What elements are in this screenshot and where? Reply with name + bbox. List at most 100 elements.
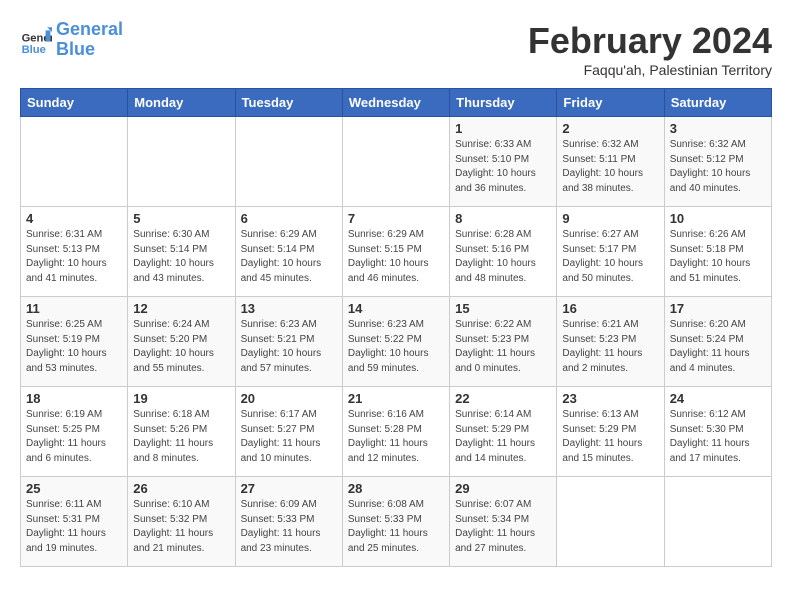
day-number: 7 [348,211,444,226]
day-number: 16 [562,301,658,316]
calendar-cell: 28 Sunrise: 6:08 AM Sunset: 5:33 PM Dayli… [342,477,449,567]
calendar-cell [21,117,128,207]
calendar-cell: 16 Sunrise: 6:21 AM Sunset: 5:23 PM Dayli… [557,297,664,387]
day-info: Sunrise: 6:17 AM Sunset: 5:27 PM Dayligh… [241,408,337,466]
weekday-header-row: SundayMondayTuesdayWednesdayThursdayFrid… [21,89,772,117]
day-info: Sunrise: 6:21 AM Sunset: 5:23 PM Dayligh… [562,318,658,376]
week-row-3: 11 Sunrise: 6:25 AM Sunset: 5:19 PM Dayli… [21,297,772,387]
day-number: 3 [670,121,766,136]
day-number: 1 [455,121,551,136]
calendar-cell: 22Sunrise: 6:14 AM Sunset: 5:29 PM Dayli… [450,387,557,477]
week-row-1: 1 Sunrise: 6:33 AM Sunset: 5:10 PM Daylig… [21,117,772,207]
calendar-cell [342,117,449,207]
calendar-table: SundayMondayTuesdayWednesdayThursdayFrid… [20,88,772,567]
calendar-cell [128,117,235,207]
month-title: February 2024 [528,20,772,62]
calendar-cell: 1 Sunrise: 6:33 AM Sunset: 5:10 PM Daylig… [450,117,557,207]
day-number: 14 [348,301,444,316]
week-row-2: 4 Sunrise: 6:31 AM Sunset: 5:13 PM Daylig… [21,207,772,297]
weekday-header-sunday: Sunday [21,89,128,117]
calendar-cell [235,117,342,207]
calendar-cell: 21 Sunrise: 6:16 AM Sunset: 5:28 PM Dayli… [342,387,449,477]
day-info: Sunrise: 6:29 AM Sunset: 5:15 PM Dayligh… [348,228,444,286]
day-info: Sunrise: 6:23 AM Sunset: 5:21 PM Dayligh… [241,318,337,376]
calendar-cell: 13Sunrise: 6:23 AM Sunset: 5:21 PM Dayli… [235,297,342,387]
calendar-cell: 11 Sunrise: 6:25 AM Sunset: 5:19 PM Dayli… [21,297,128,387]
day-info: Sunrise: 6:31 AM Sunset: 5:13 PM Dayligh… [26,228,122,286]
day-number: 6 [241,211,337,226]
day-info: Sunrise: 6:12 AM Sunset: 5:30 PM Dayligh… [670,408,766,466]
day-number: 19 [133,391,229,406]
day-info: Sunrise: 6:18 AM Sunset: 5:26 PM Dayligh… [133,408,229,466]
day-info: Sunrise: 6:20 AM Sunset: 5:24 PM Dayligh… [670,318,766,376]
logo: General Blue General Blue [20,20,123,60]
day-info: Sunrise: 6:13 AM Sunset: 5:29 PM Dayligh… [562,408,658,466]
calendar-cell: 20 Sunrise: 6:17 AM Sunset: 5:27 PM Dayli… [235,387,342,477]
day-info: Sunrise: 6:23 AM Sunset: 5:22 PM Dayligh… [348,318,444,376]
calendar-cell: 19 Sunrise: 6:18 AM Sunset: 5:26 PM Dayli… [128,387,235,477]
day-info: Sunrise: 6:25 AM Sunset: 5:19 PM Dayligh… [26,318,122,376]
weekday-header-monday: Monday [128,89,235,117]
weekday-header-tuesday: Tuesday [235,89,342,117]
day-info: Sunrise: 6:22 AM Sunset: 5:23 PM Dayligh… [455,318,551,376]
day-info: Sunrise: 6:24 AM Sunset: 5:20 PM Dayligh… [133,318,229,376]
calendar-cell: 23 Sunrise: 6:13 AM Sunset: 5:29 PM Dayli… [557,387,664,477]
calendar-cell: 5Sunrise: 6:30 AM Sunset: 5:14 PM Daylig… [128,207,235,297]
day-number: 4 [26,211,122,226]
day-info: Sunrise: 6:30 AM Sunset: 5:14 PM Dayligh… [133,228,229,286]
calendar-cell: 7 Sunrise: 6:29 AM Sunset: 5:15 PM Daylig… [342,207,449,297]
day-info: Sunrise: 6:07 AM Sunset: 5:34 PM Dayligh… [455,498,551,556]
day-number: 28 [348,481,444,496]
day-info: Sunrise: 6:14 AM Sunset: 5:29 PM Dayligh… [455,408,551,466]
calendar-cell: 12 Sunrise: 6:24 AM Sunset: 5:20 PM Dayli… [128,297,235,387]
day-info: Sunrise: 6:28 AM Sunset: 5:16 PM Dayligh… [455,228,551,286]
day-info: Sunrise: 6:33 AM Sunset: 5:10 PM Dayligh… [455,138,551,196]
day-info: Sunrise: 6:29 AM Sunset: 5:14 PM Dayligh… [241,228,337,286]
header: General Blue General Blue February 2024 … [20,20,772,78]
calendar-cell: 9Sunrise: 6:27 AM Sunset: 5:17 PM Daylig… [557,207,664,297]
day-info: Sunrise: 6:26 AM Sunset: 5:18 PM Dayligh… [670,228,766,286]
calendar-cell: 15 Sunrise: 6:22 AM Sunset: 5:23 PM Dayli… [450,297,557,387]
day-number: 15 [455,301,551,316]
day-number: 12 [133,301,229,316]
day-info: Sunrise: 6:08 AM Sunset: 5:33 PM Dayligh… [348,498,444,556]
calendar-cell: 4 Sunrise: 6:31 AM Sunset: 5:13 PM Daylig… [21,207,128,297]
day-number: 17 [670,301,766,316]
day-number: 23 [562,391,658,406]
day-info: Sunrise: 6:16 AM Sunset: 5:28 PM Dayligh… [348,408,444,466]
title-area: February 2024 Faqqu'ah, Palestinian Terr… [528,20,772,78]
weekday-header-saturday: Saturday [664,89,771,117]
calendar-cell: 6 Sunrise: 6:29 AM Sunset: 5:14 PM Daylig… [235,207,342,297]
day-number: 10 [670,211,766,226]
calendar-cell: 10 Sunrise: 6:26 AM Sunset: 5:18 PM Dayli… [664,207,771,297]
week-row-4: 18 Sunrise: 6:19 AM Sunset: 5:25 PM Dayli… [21,387,772,477]
calendar-cell: 29 Sunrise: 6:07 AM Sunset: 5:34 PM Dayli… [450,477,557,567]
day-number: 20 [241,391,337,406]
day-info: Sunrise: 6:09 AM Sunset: 5:33 PM Dayligh… [241,498,337,556]
location-subtitle: Faqqu'ah, Palestinian Territory [528,62,772,78]
day-number: 29 [455,481,551,496]
calendar-cell: 24Sunrise: 6:12 AM Sunset: 5:30 PM Dayli… [664,387,771,477]
calendar-cell [557,477,664,567]
logo-blue: Blue [56,39,95,59]
day-number: 18 [26,391,122,406]
day-number: 26 [133,481,229,496]
calendar-cell: 27Sunrise: 6:09 AM Sunset: 5:33 PM Dayli… [235,477,342,567]
day-info: Sunrise: 6:19 AM Sunset: 5:25 PM Dayligh… [26,408,122,466]
calendar-cell: 25Sunrise: 6:11 AM Sunset: 5:31 PM Dayli… [21,477,128,567]
day-info: Sunrise: 6:32 AM Sunset: 5:12 PM Dayligh… [670,138,766,196]
day-number: 25 [26,481,122,496]
day-number: 2 [562,121,658,136]
day-number: 11 [26,301,122,316]
day-number: 8 [455,211,551,226]
calendar-cell: 26 Sunrise: 6:10 AM Sunset: 5:32 PM Dayli… [128,477,235,567]
weekday-header-thursday: Thursday [450,89,557,117]
week-row-5: 25Sunrise: 6:11 AM Sunset: 5:31 PM Dayli… [21,477,772,567]
calendar-cell: 14 Sunrise: 6:23 AM Sunset: 5:22 PM Dayli… [342,297,449,387]
weekday-header-friday: Friday [557,89,664,117]
calendar-cell: 18 Sunrise: 6:19 AM Sunset: 5:25 PM Dayli… [21,387,128,477]
day-info: Sunrise: 6:10 AM Sunset: 5:32 PM Dayligh… [133,498,229,556]
weekday-header-wednesday: Wednesday [342,89,449,117]
day-number: 21 [348,391,444,406]
calendar-cell: 3 Sunrise: 6:32 AM Sunset: 5:12 PM Daylig… [664,117,771,207]
